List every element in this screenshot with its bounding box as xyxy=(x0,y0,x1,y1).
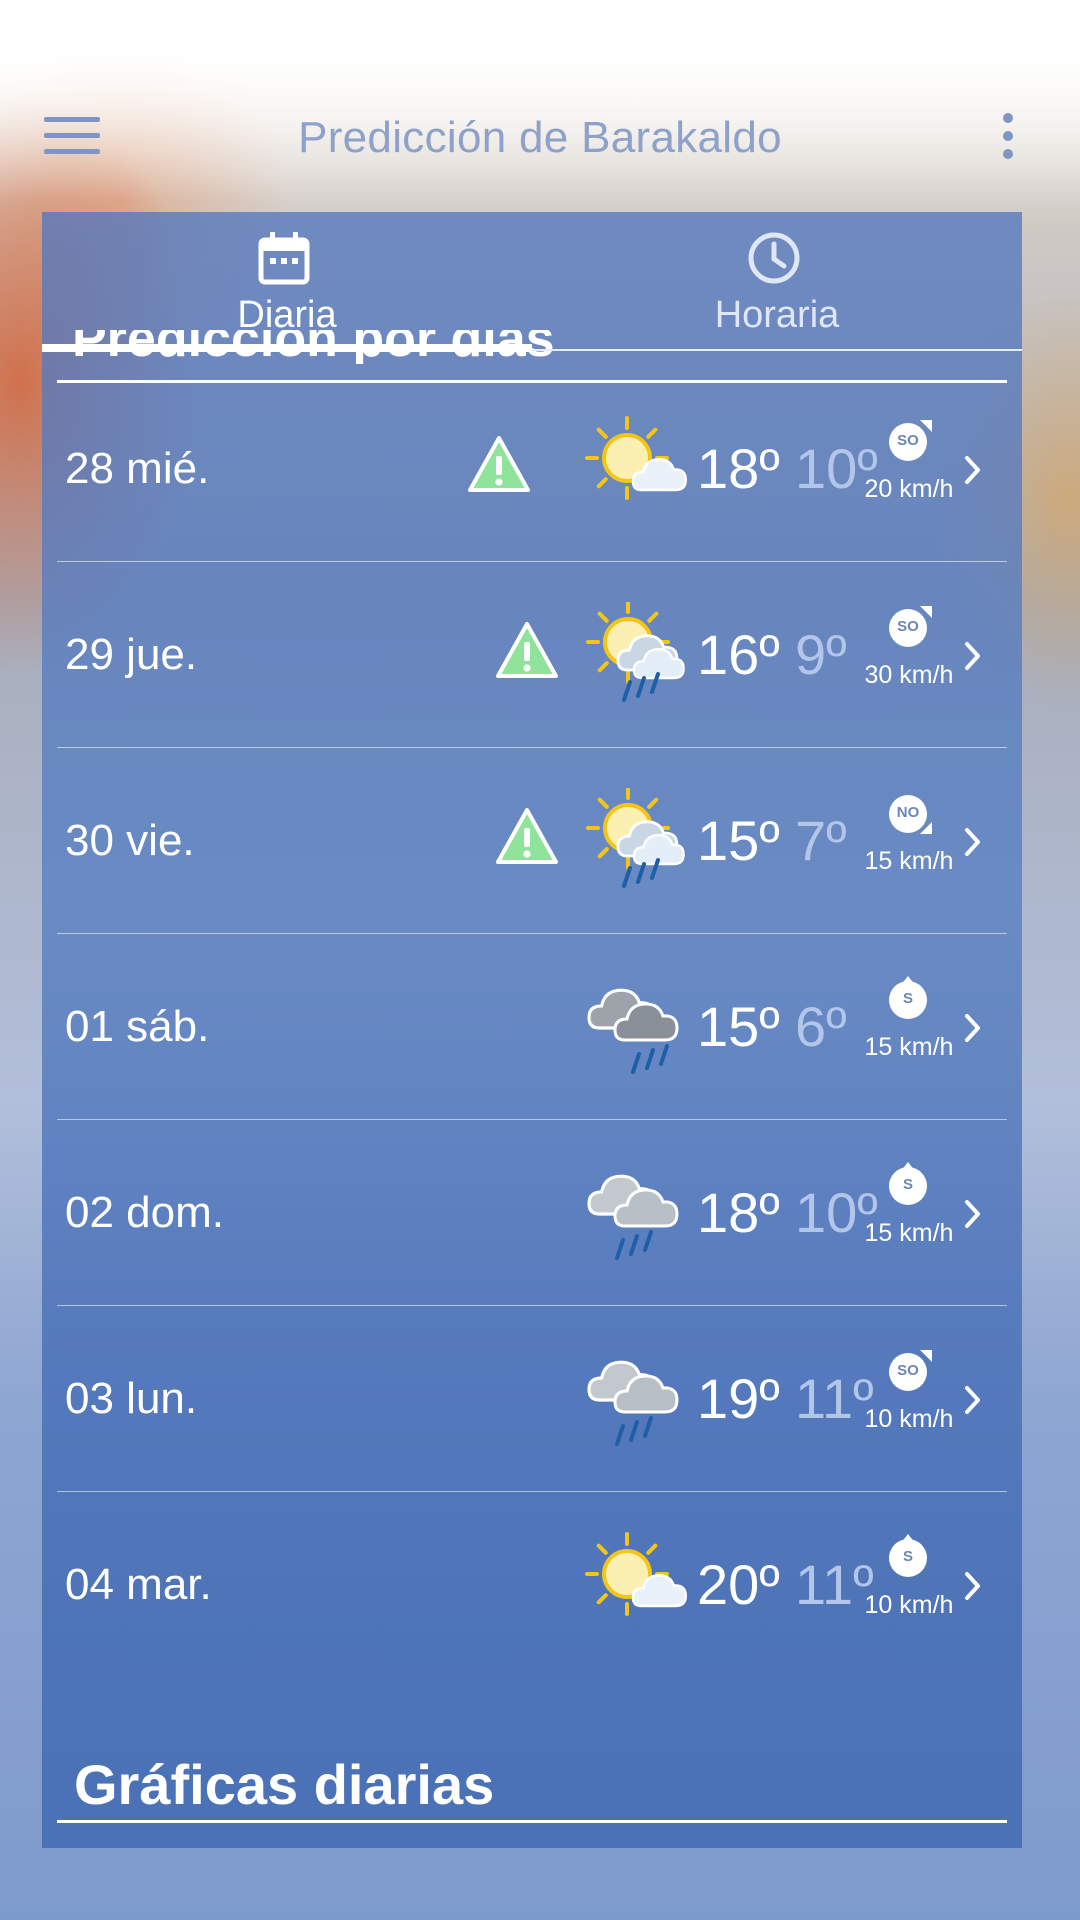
wind-info: SO 30 km/h xyxy=(839,604,979,690)
sun-cloud-icon xyxy=(585,416,695,531)
graficas-title: Gráficas diarias xyxy=(74,1753,495,1816)
temp-max: 18º xyxy=(697,1181,780,1244)
forecast-row[interactable]: 29 jue. 16º 9º SO 30 km/h xyxy=(57,562,1007,748)
menu-button[interactable] xyxy=(44,117,100,163)
wind-info: NO 15 km/h xyxy=(839,790,979,876)
chevron-right-icon xyxy=(963,640,983,677)
chevron-right-icon xyxy=(963,1384,983,1421)
more-options-button[interactable] xyxy=(994,113,1022,173)
wind-direction-label: S xyxy=(902,1548,913,1565)
wind-direction-label: S xyxy=(902,990,913,1007)
temp-max: 15º xyxy=(697,809,780,872)
wind-direction-icon: S xyxy=(884,976,934,1022)
page-title: Predicción de Barakaldo xyxy=(298,113,782,162)
chevron-right-icon xyxy=(963,1570,983,1607)
forecast-row[interactable]: 02 dom. 18º 10º S 15 km/h xyxy=(57,1120,1007,1306)
menu-icon-bar xyxy=(44,133,100,138)
warning-icon[interactable] xyxy=(495,806,559,871)
wind-info: S 15 km/h xyxy=(839,1162,979,1248)
sun-cloud-rain-icon xyxy=(582,600,692,717)
wind-direction-icon: S xyxy=(884,1534,934,1580)
active-tab-indicator xyxy=(42,344,532,352)
forecast-row[interactable]: 03 lun. 19º 11º SO 10 km/h xyxy=(57,1306,1007,1492)
forecast-day: 30 vie. xyxy=(65,816,195,865)
calendar-icon xyxy=(258,232,310,285)
menu-icon-bar xyxy=(44,149,100,154)
forecast-day: 03 lun. xyxy=(65,1374,198,1423)
warning-icon[interactable] xyxy=(467,434,531,499)
wind-direction-label: SO xyxy=(897,618,919,635)
wind-direction-label: NO xyxy=(896,804,920,821)
chevron-right-icon xyxy=(963,826,983,863)
chevron-right-icon xyxy=(963,1012,983,1049)
forecast-day: 28 mié. xyxy=(65,444,210,493)
forecast-day: 02 dom. xyxy=(65,1188,224,1237)
clock-icon xyxy=(748,232,800,284)
wind-speed: 15 km/h xyxy=(864,1033,954,1061)
wind-speed: 30 km/h xyxy=(864,661,954,689)
menu-icon-bar xyxy=(44,117,100,122)
more-dot xyxy=(1003,131,1013,141)
graficas-divider xyxy=(57,1820,1007,1823)
wind-speed: 15 km/h xyxy=(864,1219,954,1247)
wind-direction-icon: SO xyxy=(884,604,934,650)
temp-max: 19º xyxy=(697,1367,780,1430)
chevron-right-icon xyxy=(963,1198,983,1235)
wind-speed: 10 km/h xyxy=(864,1591,954,1619)
wind-direction-label: SO xyxy=(897,1362,919,1379)
tab-diaria[interactable]: Diaria xyxy=(42,212,532,352)
forecast-list: 28 mié. 18º 10º SO 20 km/h 29 jue. 16º 9º xyxy=(57,376,1007,1678)
temp-max: 15º xyxy=(697,995,780,1058)
wind-info: SO 20 km/h xyxy=(839,418,979,504)
temp-max: 16º xyxy=(697,623,780,686)
wind-direction-label: SO xyxy=(897,432,919,449)
temp-max: 18º xyxy=(697,437,780,500)
wind-speed: 10 km/h xyxy=(864,1405,954,1433)
forecast-panel: Predicción por días Diaria Horaria 28 mi… xyxy=(42,212,1022,1848)
forecast-row[interactable]: 28 mié. 18º 10º SO 20 km/h xyxy=(57,376,1007,562)
wind-direction-label: S xyxy=(902,1176,913,1193)
tab-horaria-label: Horaria xyxy=(714,294,840,336)
wind-speed: 20 km/h xyxy=(864,475,954,503)
more-dot xyxy=(1003,113,1013,123)
wind-direction-icon: S xyxy=(884,1162,934,1208)
forecast-row[interactable]: 01 sáb. 15º 6º S 15 km/h xyxy=(57,934,1007,1120)
forecast-row[interactable]: 04 mar. 20º 11º S 10 km/h xyxy=(57,1492,1007,1678)
wind-direction-icon: SO xyxy=(884,1348,934,1394)
forecast-day: 04 mar. xyxy=(65,1560,212,1609)
sun-cloud-icon xyxy=(585,1532,695,1647)
warning-icon[interactable] xyxy=(495,620,559,685)
cloud-rain-icon xyxy=(585,1346,695,1461)
temp-max: 20º xyxy=(697,1553,780,1616)
app-bar: Predicción de Barakaldo xyxy=(0,95,1080,185)
forecast-day: 01 sáb. xyxy=(65,1002,210,1051)
tab-horaria[interactable]: Horaria xyxy=(532,212,1022,352)
sun-cloud-rain-icon xyxy=(582,786,692,903)
cloud-rain-icon xyxy=(585,1160,695,1275)
wind-direction-icon: NO xyxy=(884,790,934,836)
wind-direction-icon: SO xyxy=(884,418,934,464)
wind-info: SO 10 km/h xyxy=(839,1348,979,1434)
tab-divider xyxy=(532,349,1022,351)
tab-bar: Diaria Horaria xyxy=(42,212,1022,352)
more-dot xyxy=(1003,149,1013,159)
wind-speed: 15 km/h xyxy=(864,847,954,875)
forecast-day: 29 jue. xyxy=(65,630,198,679)
wind-info: S 15 km/h xyxy=(839,976,979,1062)
forecast-row[interactable]: 30 vie. 15º 7º NO 15 km/h xyxy=(57,748,1007,934)
dark-cloud-rain-icon xyxy=(585,974,695,1089)
wind-info: S 10 km/h xyxy=(839,1534,979,1620)
tab-diaria-label: Diaria xyxy=(237,294,337,336)
chevron-right-icon xyxy=(963,454,983,491)
